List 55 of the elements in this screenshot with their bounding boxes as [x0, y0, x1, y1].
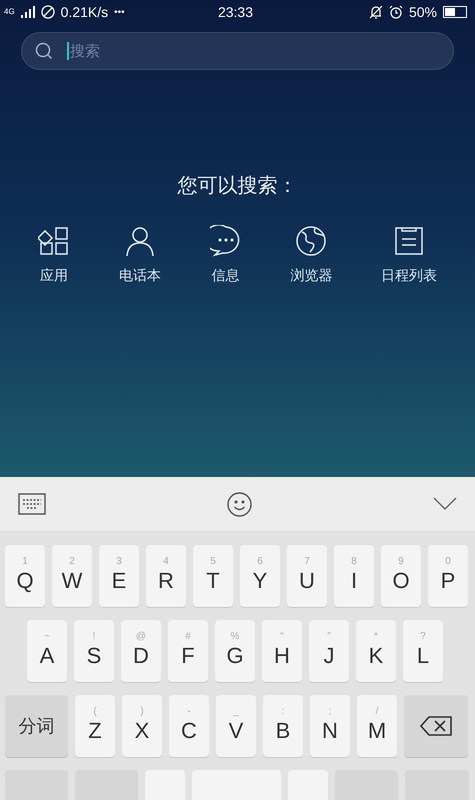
letter-key[interactable]: 8 I	[334, 545, 374, 607]
globe-icon	[295, 225, 328, 257]
letter-key[interactable]: ? L	[403, 620, 443, 682]
letter-key[interactable]: ) X	[122, 695, 162, 757]
chat-bubble-icon	[210, 225, 242, 257]
letter-key[interactable]: “ H	[262, 620, 302, 682]
letter-key[interactable]: _ V	[216, 695, 256, 757]
category-button[interactable]: 应用	[38, 225, 70, 286]
category-button[interactable]: 电话本	[118, 225, 161, 286]
letter-key[interactable]: 3 E	[99, 545, 139, 607]
network-speed: 0.21K/s	[60, 2, 108, 22]
category-button[interactable]: 浏览器	[290, 225, 332, 286]
person-icon	[124, 225, 156, 257]
network-type: 4G	[4, 8, 15, 16]
backspace-key[interactable]	[404, 695, 468, 757]
letter-key[interactable]: % G	[215, 620, 255, 682]
letter-key[interactable]: 0 P	[428, 545, 468, 607]
backspace-icon	[420, 716, 452, 736]
letter-key[interactable]: 5 T	[193, 545, 233, 607]
signal-icon	[20, 6, 35, 18]
letter-key[interactable]: ( Z	[75, 695, 115, 757]
more-indicator: •••	[114, 6, 125, 20]
letter-key[interactable]: 9 O	[381, 545, 421, 607]
segment-key[interactable]: 分词	[5, 695, 68, 757]
battery-percent: 50%	[408, 2, 437, 22]
grid-icon	[38, 225, 70, 257]
letter-key[interactable]: : B	[263, 695, 303, 757]
battery-icon	[442, 6, 467, 18]
search-prompt: 您可以搜索：	[176, 174, 298, 199]
letter-key[interactable]: - C	[169, 695, 209, 757]
letter-key[interactable]: ; N	[310, 695, 350, 757]
letter-key[interactable]: 7 U	[287, 545, 327, 607]
list-icon	[393, 225, 425, 257]
letter-key[interactable]: # F	[168, 620, 208, 682]
letter-key[interactable]: * K	[356, 620, 396, 682]
text-cursor	[67, 42, 69, 60]
keyboard-icon[interactable]	[18, 493, 46, 516]
letter-key[interactable]: ~ A	[27, 620, 67, 682]
muted-bell-icon	[368, 5, 383, 19]
letter-key[interactable]: 4 R	[146, 545, 186, 607]
letter-key[interactable]: ” J	[309, 620, 349, 682]
letter-key[interactable]: 2 W	[52, 545, 92, 607]
letter-key[interactable]: 6 Y	[240, 545, 280, 607]
search-icon	[35, 42, 53, 60]
letter-key[interactable]: / M	[357, 695, 397, 757]
blocked-icon	[40, 5, 55, 19]
emoji-icon[interactable]	[227, 492, 252, 517]
alarm-icon	[388, 5, 403, 19]
category-button[interactable]: 信息	[210, 225, 242, 286]
chevron-down-icon[interactable]	[433, 497, 457, 512]
letter-key[interactable]: 1 Q	[5, 545, 45, 607]
category-button[interactable]: 日程列表	[381, 225, 437, 286]
clock-time: 23:33	[216, 2, 254, 22]
letter-key[interactable]: ! S	[74, 620, 114, 682]
letter-key[interactable]: @ D	[121, 620, 161, 682]
